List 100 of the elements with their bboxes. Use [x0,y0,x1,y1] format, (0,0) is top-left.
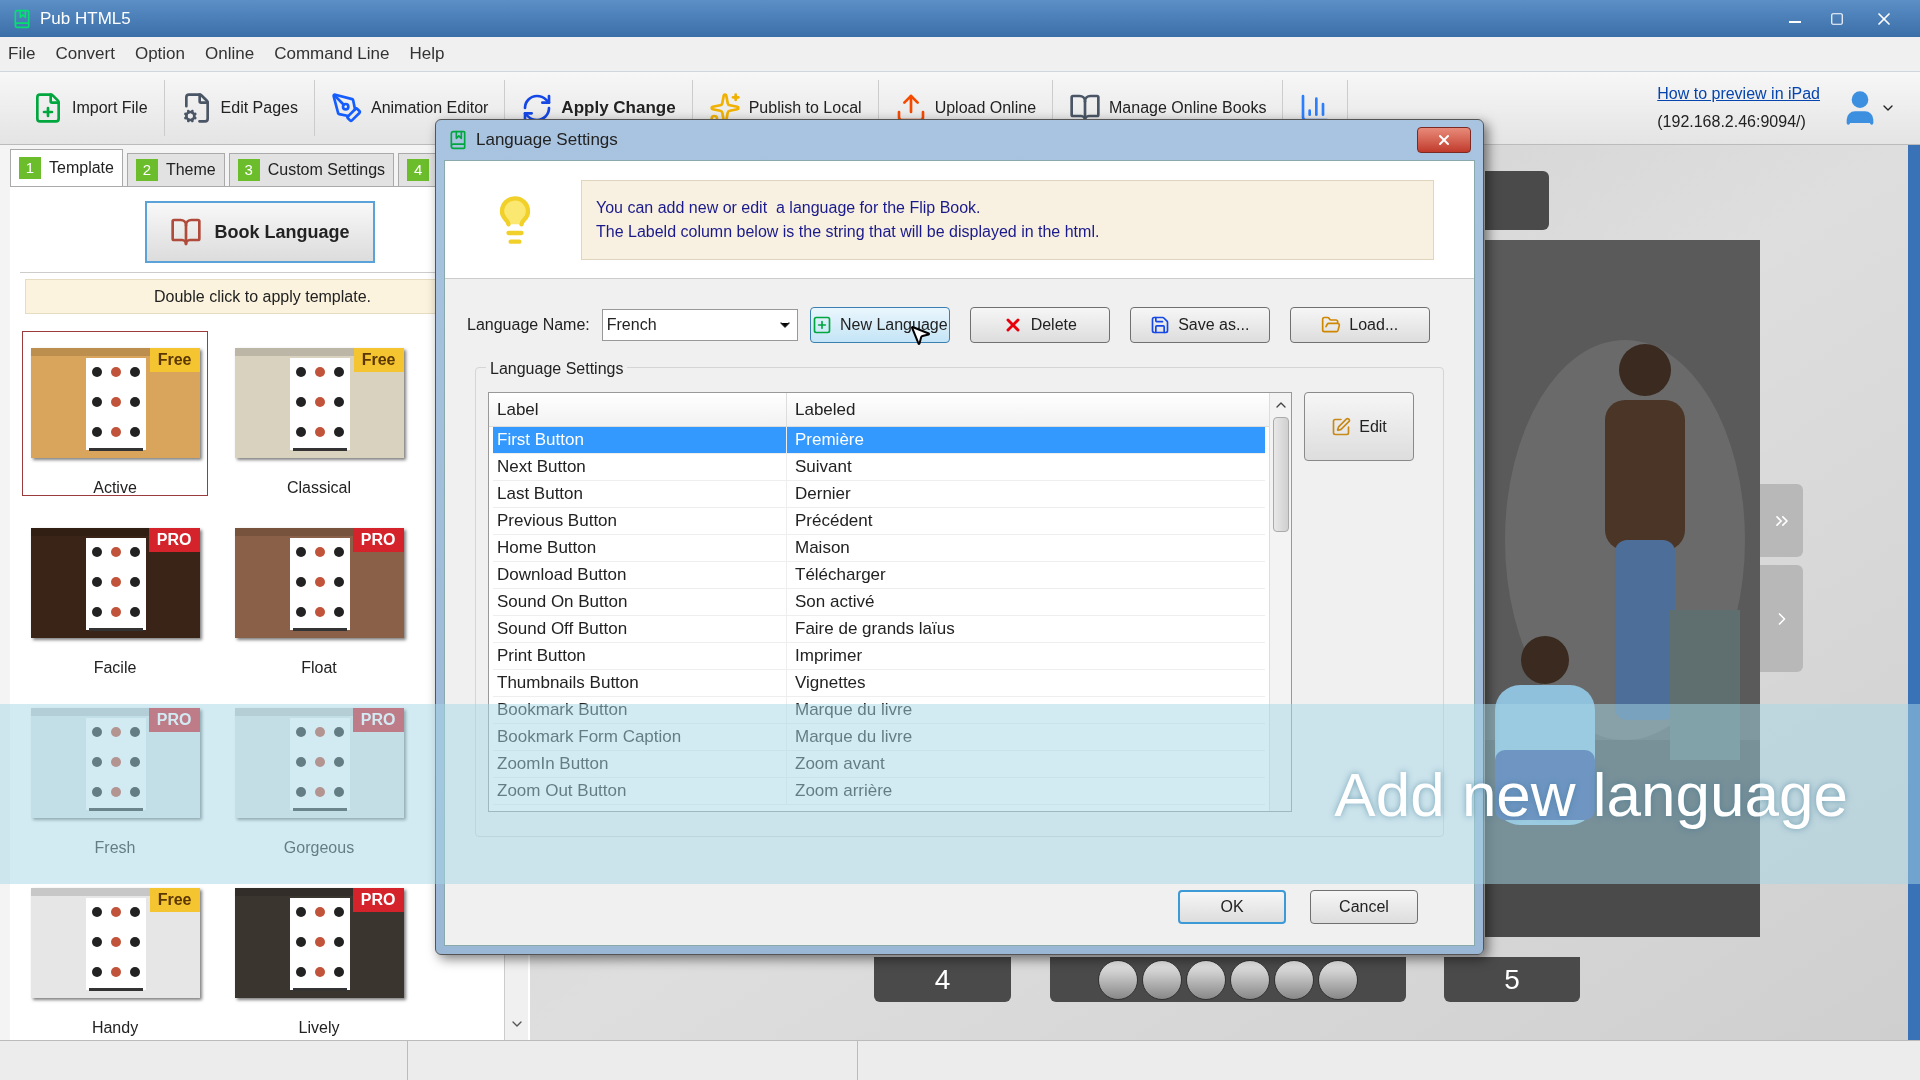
scroll-thumb[interactable] [1272,417,1289,532]
table-row[interactable]: Next Button Suivant [493,454,1265,481]
save-icon [1150,315,1171,335]
menu-item[interactable]: Option [134,41,186,67]
window-title: Pub HTML5 [40,7,131,30]
dialog-button[interactable]: Save as... [1129,307,1270,343]
dialog-icon [448,130,468,150]
template-card[interactable]: Free Classical [226,331,412,496]
template-card[interactable]: Free Handy [22,871,208,1036]
table-row[interactable]: Zoom Out Button Zoom arrière [493,778,1265,805]
table-row[interactable]: Sound Off Button Faire de grands laïus [493,616,1265,643]
template-badge: PRO [352,888,404,912]
table-row[interactable]: Previous Button Précédent [493,508,1265,535]
tab[interactable]: 2 Theme [126,153,225,186]
hint-text: Double click to apply template. [154,286,371,307]
close-icon [1436,132,1452,148]
folder-icon [1321,315,1342,335]
table-row[interactable]: Download Button Télécharger [493,562,1265,589]
knob-icon[interactable] [1230,959,1270,1000]
menu-item[interactable]: Command Line [274,41,390,67]
table-cell: Bookmark Form Caption [493,724,787,750]
knob-icon[interactable] [1274,959,1314,1000]
table-cell: Last Button [493,481,787,507]
tab-number-badge: 1 [19,157,41,179]
minimize-icon [1789,20,1801,23]
menu-item[interactable]: Help [409,41,445,67]
info-text: You can add new or edit a language for the Flip Book. [596,197,982,218]
toolbar-button[interactable]: Edit Pages [164,80,315,136]
app-icon [12,8,32,29]
edit-button[interactable]: Edit [1304,392,1414,461]
table-cell-text: Télécharger [794,564,887,587]
dialog-button[interactable]: Load... [1289,307,1430,343]
toolbar-button[interactable]: Import File [16,80,165,136]
table-row[interactable]: Thumbnails Button Vignettes [493,670,1265,697]
table-row[interactable]: Sound On Button Son activé [493,589,1265,616]
table-cell-text: Faire de grands laïus [794,618,956,641]
table-cell: Previous Button [493,508,787,534]
book-icon [170,216,203,248]
template-name: Facile [93,658,137,678]
dialog-button[interactable]: Delete [969,307,1110,343]
table-cell: Home Button [493,535,787,561]
dialog-button[interactable]: OK [1178,890,1286,924]
tab[interactable]: 3 Custom Settings [228,153,395,186]
table-cell-text: Son activé [794,591,876,614]
help-link[interactable]: How to preview in iPad [1657,82,1820,106]
table-cell-text: Zoom arrière [794,780,894,803]
template-card[interactable]: PRO Gorgeous [226,691,412,856]
tab[interactable]: 1 Template [10,149,123,186]
template-badge: PRO [148,528,200,552]
pen-icon [330,92,363,124]
template-badge: PRO [148,708,200,732]
column-header[interactable]: Labeled [787,393,1269,426]
page-number: 4 [874,957,1011,1002]
table-cell-text: Maison [794,537,851,560]
table-row[interactable]: Last Button Dernier [493,481,1265,508]
table-cell-text: Vignettes [794,672,867,695]
table-cell: Print Button [493,643,787,669]
table-row[interactable]: Bookmark Form Caption Marque du livre [493,724,1265,751]
template-card[interactable]: PRO Lively [226,871,412,1036]
table-cell-text: Imprimer [794,645,864,668]
table-cell-text: Dernier [794,483,852,506]
table-cell: Download Button [493,562,787,588]
template-name: Classical [287,478,351,498]
book-language-button[interactable]: Book Language [145,201,375,263]
template-name: Fresh [94,838,136,858]
table-row[interactable]: ZoomIn Button Zoom avant [493,751,1265,778]
dialog-button[interactable]: Cancel [1310,890,1418,924]
template-card[interactable]: PRO Fresh [22,691,208,856]
menu-item[interactable]: Convert [55,41,115,67]
close-button[interactable] [1417,127,1471,153]
template-card[interactable]: PRO Facile [22,511,208,676]
knob-icon[interactable] [1142,959,1182,1000]
address-text: (192.168.2.46:9094/) [1657,112,1807,132]
table-cell-text: Marque du livre [794,699,914,722]
language-select[interactable]: French [601,309,798,341]
template-card[interactable]: Free Active [22,331,208,496]
template-badge: Free [353,348,404,372]
dialog-button[interactable]: New Language [809,307,950,343]
template-name: Handy [91,1018,139,1038]
table-cell-text: Précédent [794,510,874,533]
menu-item[interactable]: Online [205,41,255,67]
table-cell: Next Button [493,454,787,480]
template-badge: PRO [352,708,404,732]
menu-item[interactable]: File [8,41,36,67]
template-badge: Free [149,888,200,912]
template-name: Lively [298,1018,340,1038]
table-row[interactable]: Home Button Maison [493,535,1265,562]
table-cell: First Button [493,427,787,453]
page-number: 5 [1444,957,1580,1002]
knob-icon[interactable] [1186,959,1226,1000]
knob-icon[interactable] [1098,959,1138,1000]
table-row[interactable]: Print Button Imprimer [493,643,1265,670]
knob-icon[interactable] [1318,959,1358,1000]
table-cell: Sound On Button [493,589,787,615]
template-badge: PRO [352,528,404,552]
column-header[interactable]: Label [489,393,787,426]
table-cell: Bookmark Button [493,697,787,723]
table-cell: Thumbnails Button [493,670,787,696]
table-cell-text: Première [794,429,865,452]
template-card[interactable]: PRO Float [226,511,412,676]
